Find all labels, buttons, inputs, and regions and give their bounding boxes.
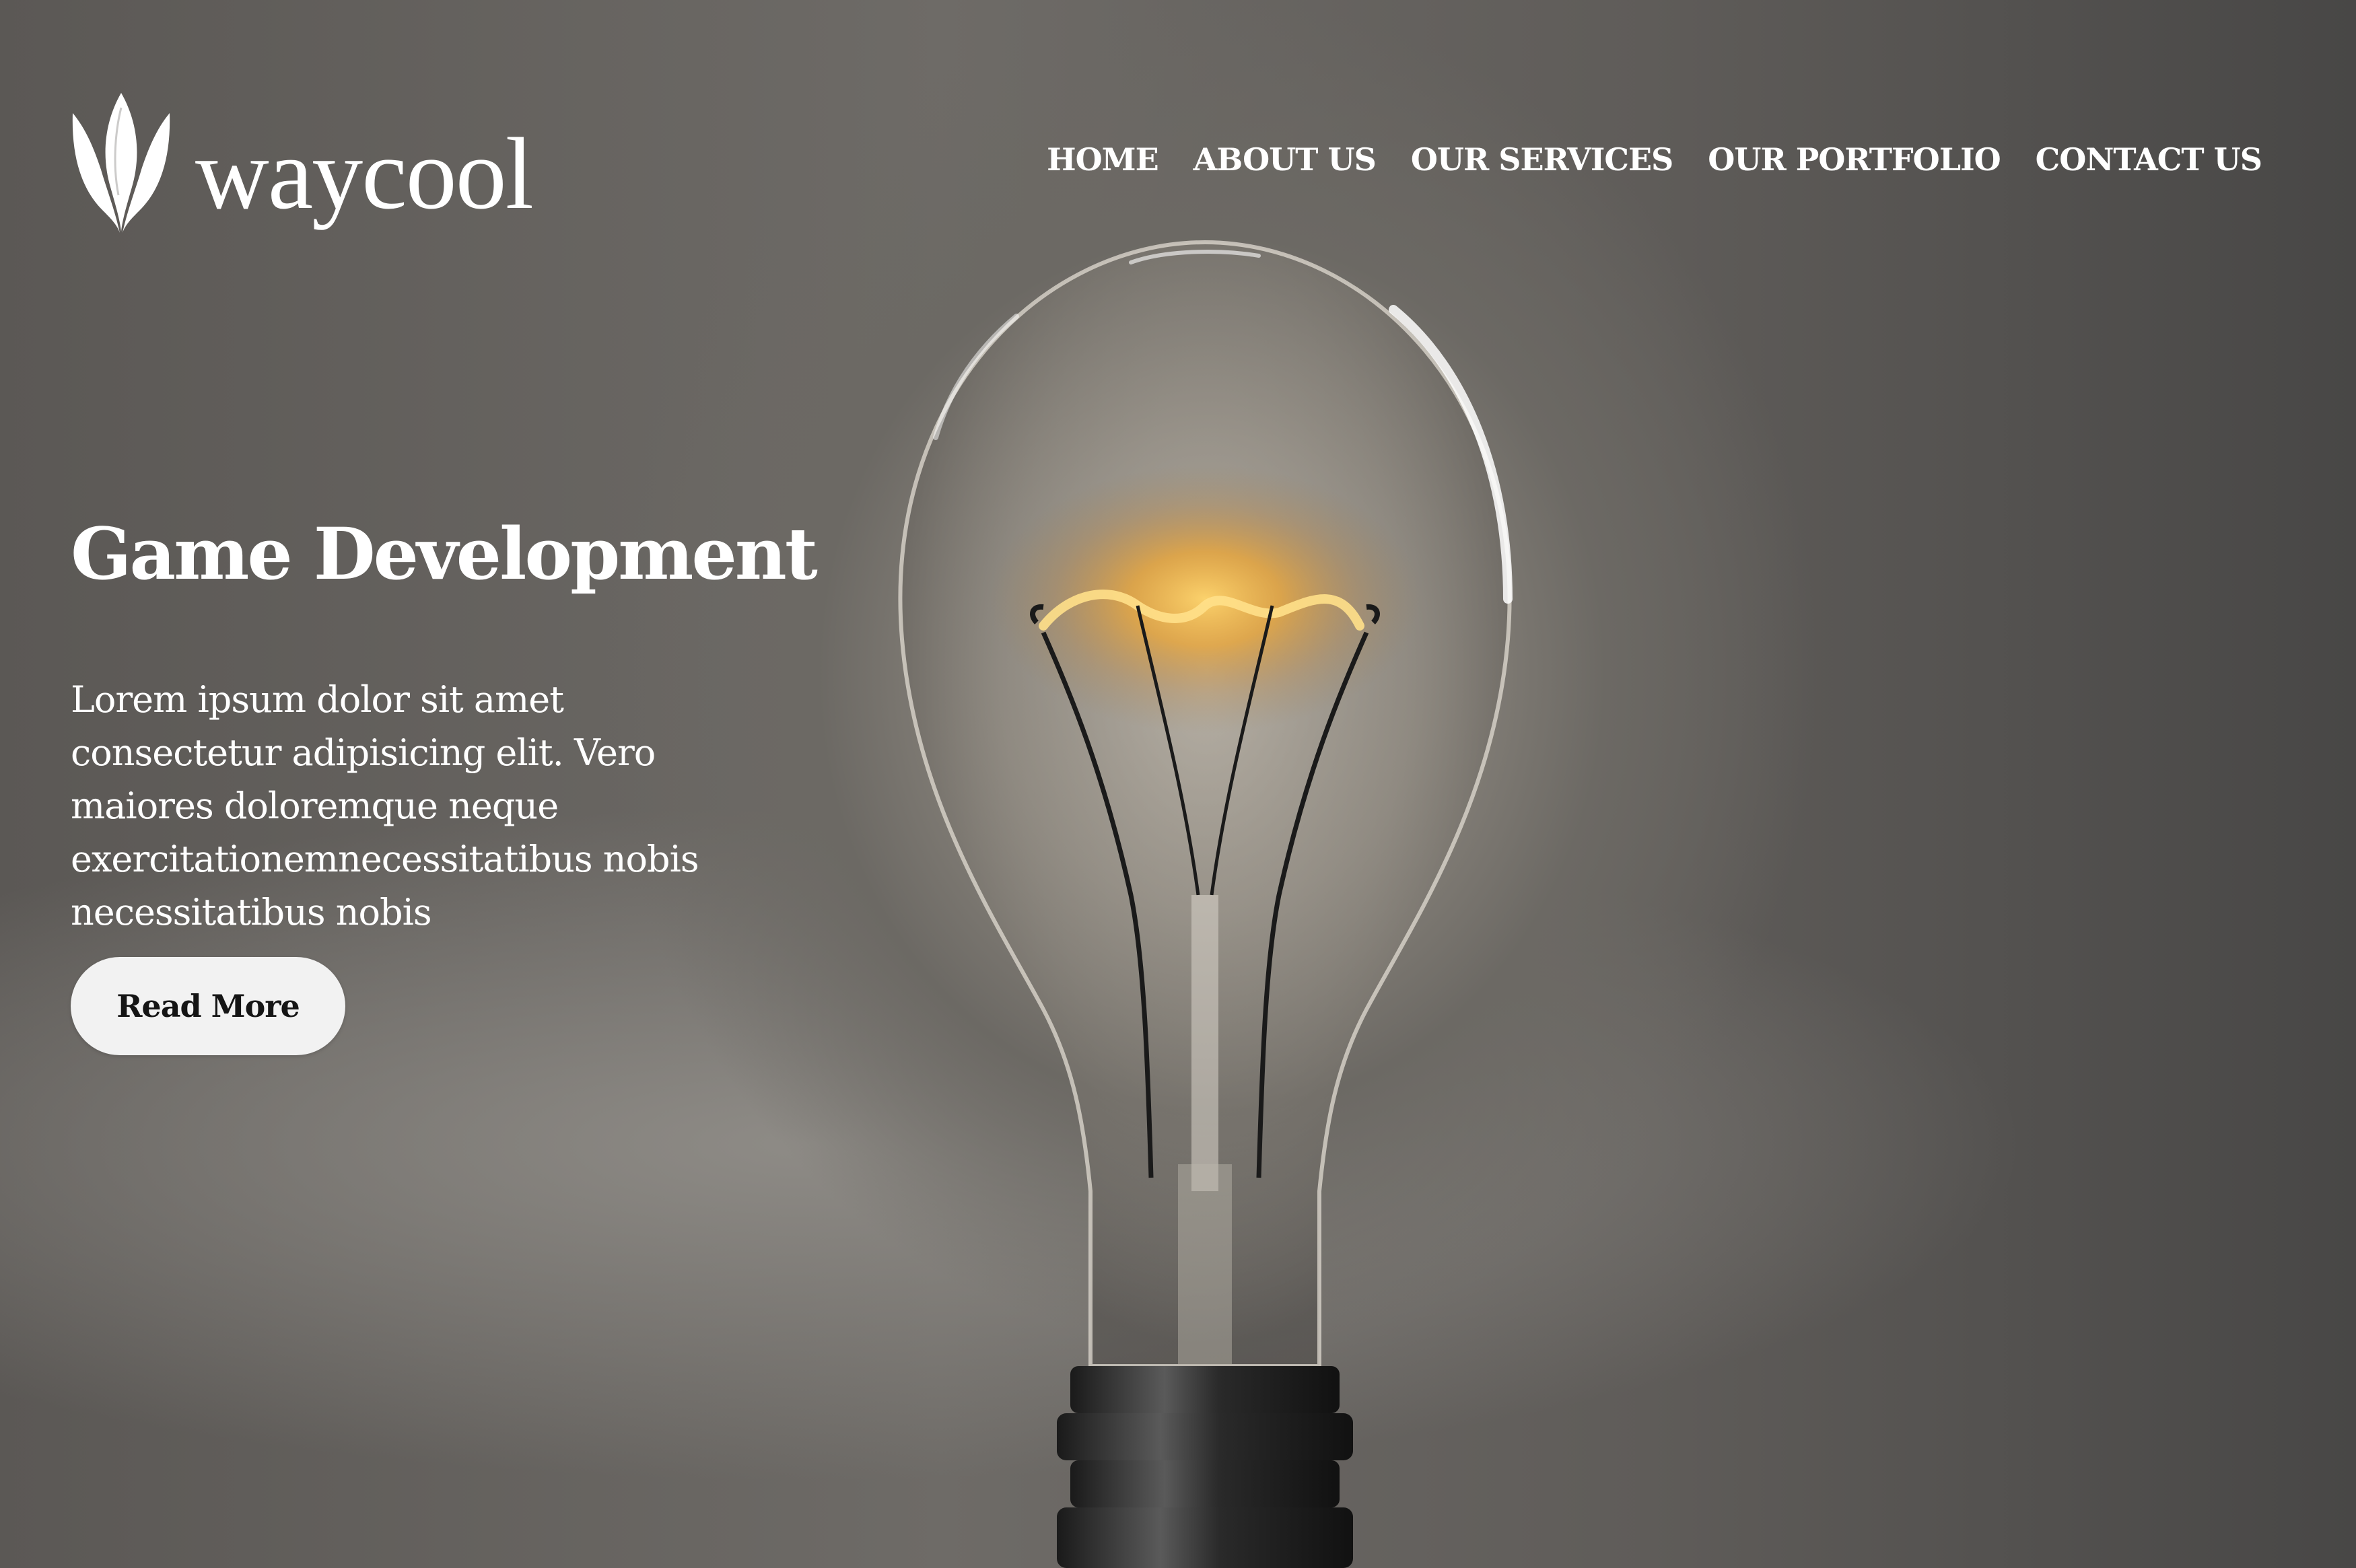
read-more-button[interactable]: Read More <box>71 957 345 1055</box>
hero-section: waycool HOME ABOUT US OUR SERVICES OUR P… <box>0 0 2356 1568</box>
nav-about-us[interactable]: ABOUT US <box>1193 141 1377 178</box>
nav-our-services[interactable]: OUR SERVICES <box>1411 141 1673 178</box>
nav-home[interactable]: HOME <box>1047 141 1159 178</box>
brand-logo[interactable]: waycool <box>67 87 534 242</box>
hero-title: Game Development <box>71 511 818 596</box>
nav-contact-us[interactable]: CONTACT US <box>2036 141 2262 178</box>
leaf-logo-icon <box>72 93 170 233</box>
main-nav: HOME ABOUT US OUR SERVICES OUR PORTFOLIO… <box>1047 141 2262 178</box>
hero-description: Lorem ipsum dolor sit amet consectetur a… <box>71 678 699 933</box>
brand-name: waycool <box>195 117 534 230</box>
nav-our-portfolio[interactable]: OUR PORTFOLIO <box>1708 141 2001 178</box>
lightbulb-illustration <box>898 240 1513 1568</box>
